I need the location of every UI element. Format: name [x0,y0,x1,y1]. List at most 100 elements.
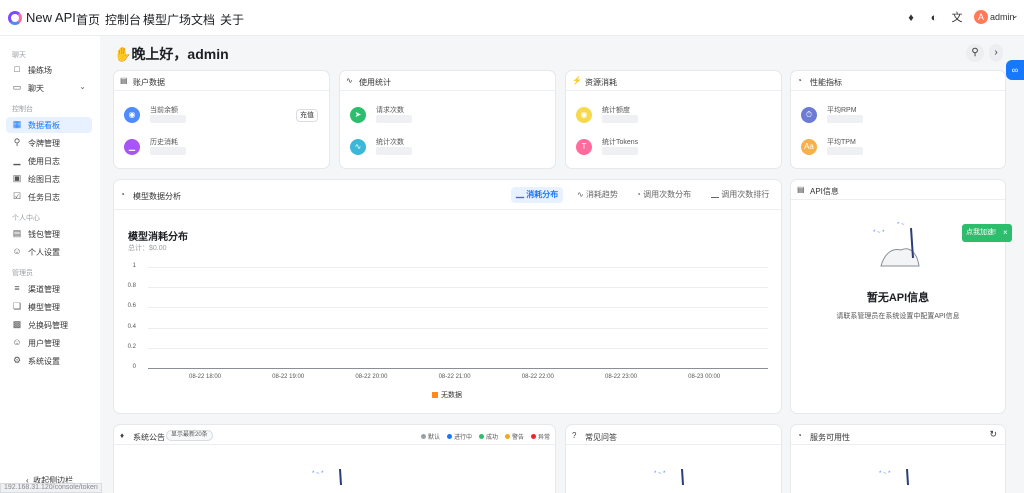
stat-value-skeleton [602,147,638,155]
sidebar-item-label: 模型管理 [28,303,60,312]
sidebar-item-playground[interactable]: □ 操练场 [6,62,92,78]
sidebar-item-label: 个人设置 [28,248,60,257]
x-tick-label: 08-23 00:00 [688,374,721,380]
sidebar-item-wallet[interactable]: ▤ 钱包管理 [6,226,92,242]
sidebar-item-redeem-codes[interactable]: ▩ 兑换码管理 [6,317,92,333]
sidebar-section-personal: 个人中心 [12,215,40,222]
stat-tokens: T 统计Tokens [576,135,776,159]
svg-text:* ~: * ~ [897,222,905,228]
avatar[interactable]: A [974,10,988,24]
refresh-icon[interactable]: ↻ [989,429,997,440]
sidebar-item-usage-logs[interactable]: ▁ 使用日志 [6,153,92,169]
playground-icon: □ [14,64,20,74]
card-title: 常见问答 [585,433,617,442]
sidebar-section-chat: 聊天 [12,52,26,59]
svg-text:* ~ *: * ~ * [654,471,666,477]
sidebar-item-label: 令牌管理 [28,139,60,148]
stat-value-skeleton [150,147,186,155]
grid-line [148,267,768,268]
tab-consumption-trend[interactable]: ∿ 消耗趋势 [572,187,623,203]
legend-label: 无数据 [441,392,462,399]
stat-count: ∿ 统计次数 [350,135,550,159]
sidebar-item-dashboard[interactable]: ▦ 数据看板 [6,117,92,133]
x-tick-label: 08-22 21:00 [438,374,471,380]
grid-line [148,287,768,289]
image-icon: ▣ [12,173,22,183]
performance-card: ◔ 性能指标 ⏱ 平均RPM Aa 平均TPM [790,70,1006,169]
x-tick-label: 08-22 18:00 [188,374,222,380]
nav-home[interactable]: 首页 [76,11,100,28]
stat-label: 历史消耗 [150,139,178,146]
speedup-toast[interactable]: 点我加速! × [962,224,1012,242]
sidebar-item-chat[interactable]: ▭ 聊天 ⌄ [6,80,92,96]
stat-label: 统计额度 [602,107,630,114]
empty-illustration: * ~ * [654,468,684,485]
text-icon: T [576,139,592,155]
sidebar-item-personal-settings[interactable]: ☺ 个人设置 [6,244,92,260]
y-tick-label: 1 [132,263,136,269]
stat-history-consumption: ▁ 历史消耗 [124,135,324,159]
status-dot [505,434,510,439]
theme-icon[interactable]: ◐ [927,11,941,25]
sidebar-item-drawing-logs[interactable]: ▣ 绘图日志 [6,171,92,187]
logo-icon[interactable] [8,11,22,25]
nav-about[interactable]: 关于 [220,11,244,28]
grid-line [148,307,768,309]
stat-label: 平均TPM [827,139,856,146]
language-icon[interactable]: 文 [950,11,964,25]
toast-text: 点我加速! [966,229,996,236]
x-axis [148,368,768,369]
tab-consumption-distribution[interactable]: ▁ 消耗分布 [511,187,564,203]
nav-models[interactable]: 模型广场 [143,11,191,28]
bar-chart-icon: ▁ [711,190,719,199]
stat-value-skeleton [376,115,412,123]
sidebar-item-tokens[interactable]: ⚲ 令牌管理 [6,135,92,151]
chevron-down-icon[interactable]: ⌄ [1011,10,1019,21]
stat-balance: ◉ 当前余额 [124,103,324,127]
tab-call-distribution[interactable]: ◔ 调用次数分布 [631,187,696,203]
brand-name[interactable]: New API [26,10,76,25]
tab-call-ranking[interactable]: ▁ 调用次数排行 [706,187,774,203]
top-bar: New API 首页 控制台 模型广场 文档 关于 ♦ ◐ 文 A admin … [0,0,1024,36]
stat-value-skeleton [602,115,638,123]
chat-icon: ▭ [12,82,22,92]
service-availability-card: ◔ 服务可用性 ↻ * ~ * [790,424,1006,493]
greeting-text: 晚上好，admin [131,46,229,62]
coin-icon: ◉ [576,107,592,123]
sidebar-item-system-settings[interactable]: ⚙ 系统设置 [6,353,92,369]
layers-icon: ≡ [14,283,20,293]
status-dot [421,434,426,439]
stat-value-skeleton [827,115,863,123]
user-icon: ☺ [12,246,22,256]
stat-value-skeleton [827,147,863,155]
card-title: 服务可用性 [810,433,850,442]
stat-value-skeleton [376,147,412,155]
trend-icon: ∿ [577,190,584,199]
sidebar-item-users[interactable]: ☺ 用户管理 [6,335,92,351]
sidebar-item-channels[interactable]: ≡ 渠道管理 [6,281,92,297]
empty-illustration: * ~ * [879,468,909,485]
tab-label: 消耗趋势 [585,190,618,199]
gauge-icon: ◔ [797,431,802,440]
card-title: 模型数据分析 [133,192,181,201]
sidebar-item-task-logs[interactable]: ☑ 任务日志 [6,189,92,205]
close-icon[interactable]: × [1003,224,1008,242]
nav-console[interactable]: 控制台 [105,11,141,28]
dashboard-icon: ▦ [12,119,22,129]
sidebar-item-models[interactable]: ❏ 模型管理 [6,299,92,315]
bell-icon[interactable]: ♦ [904,11,918,25]
search-button[interactable]: ⚲ [966,44,984,62]
recharge-button[interactable]: 充值 [296,109,318,122]
activity-icon: ∿ [346,76,353,85]
timer-icon: ⏱ [801,107,817,123]
floating-assistant-button[interactable]: ∞ [1006,60,1024,80]
status-dot [447,434,452,439]
box-icon: ❏ [12,301,22,311]
nav-docs[interactable]: 文档 [191,11,215,28]
chart-legend[interactable]: 无数据 [432,390,462,400]
y-tick-label: 0.6 [127,303,136,310]
bar-chart-icon: ▁ [516,190,524,199]
more-button[interactable]: › [989,44,1003,62]
sidebar-section-console: 控制台 [12,106,33,113]
svg-text:* ~ *: * ~ * [312,471,324,477]
